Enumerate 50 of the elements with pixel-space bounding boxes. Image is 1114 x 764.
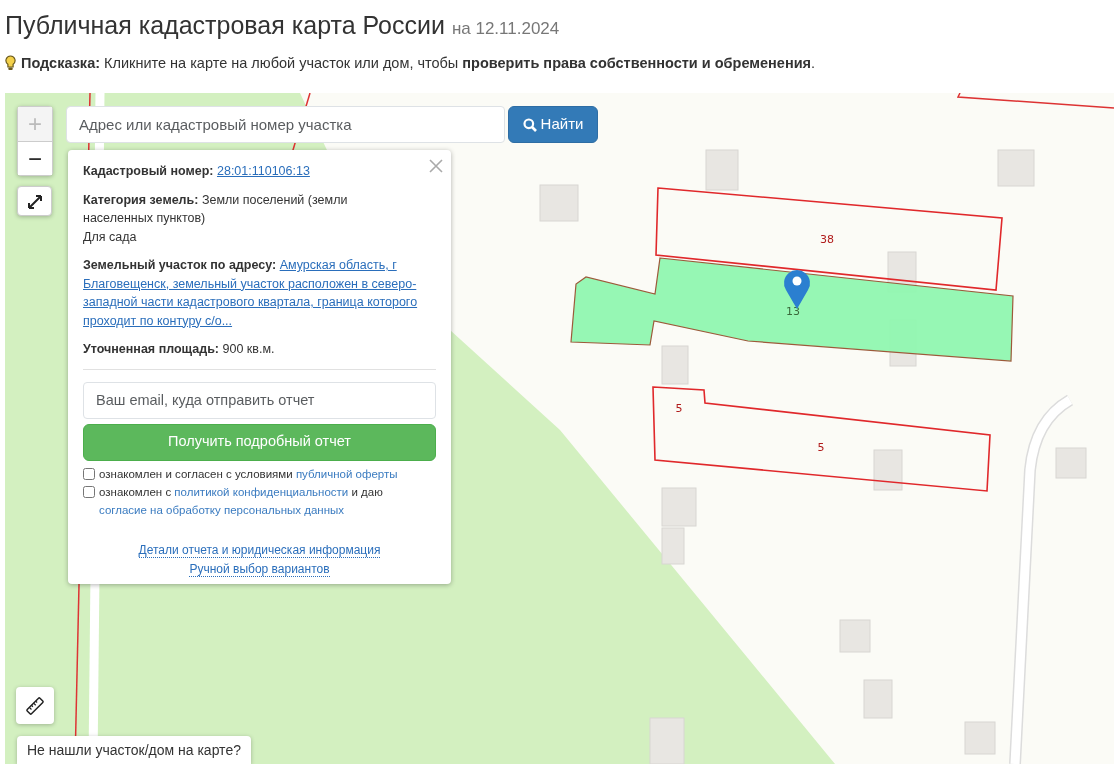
building bbox=[649, 717, 685, 764]
date-label: на 12.11.2024 bbox=[451, 19, 560, 38]
parcel-number: 5 bbox=[675, 402, 683, 415]
consent-checkbox[interactable] bbox=[83, 485, 95, 498]
building bbox=[997, 149, 1035, 187]
building bbox=[873, 449, 903, 491]
search-field[interactable]: Адрес или кадастровый номер участка bbox=[66, 106, 505, 143]
search-icon bbox=[522, 117, 537, 132]
search-button[interactable]: Найти bbox=[508, 106, 598, 143]
email-field[interactable]: Ваш email, куда отправить отчет bbox=[83, 381, 436, 419]
report-link[interactable]: Детали отчета и юридическая информация bbox=[138, 542, 381, 558]
ruler-button[interactable] bbox=[16, 687, 54, 724]
parcel-number: 13 bbox=[786, 305, 800, 318]
hint-text: Подсказка: Кликните на карте на любой участок или дом, чтобы проверить права собственности и обременения. bbox=[21, 54, 816, 73]
building bbox=[661, 345, 689, 385]
consent-link[interactable]: согласие на обработку персональных данных bbox=[99, 503, 345, 516]
expand-icon bbox=[26, 193, 43, 210]
parcel-number: 38 bbox=[820, 233, 834, 246]
consent-text: ознакомлен и согласен с условиями bbox=[99, 467, 293, 480]
building bbox=[539, 184, 579, 222]
info-field-text: Кадастровый номер: 28:01:110106:13 bbox=[83, 163, 310, 180]
not-found-button[interactable]: Не нашли участок/дом на карте? bbox=[17, 736, 251, 764]
map-pin-icon bbox=[784, 270, 810, 309]
consent-link[interactable]: публичной оферты bbox=[295, 467, 398, 480]
info-field-text: Земельный участок по адресу: Амурская область, г Благовещенск, земельный участок расположен в северо-западной части кадастрового квартала, граница которого проходит по контуру с/о... bbox=[83, 257, 418, 330]
cadastral-number-link[interactable]: 28:01:110106:13 bbox=[217, 164, 310, 178]
zoom-out-button[interactable]: − bbox=[18, 141, 52, 175]
parcel-outline[interactable] bbox=[652, 386, 991, 492]
building bbox=[705, 149, 739, 191]
consent-link[interactable]: политикой конфиденциальности bbox=[174, 485, 349, 498]
selected-parcel[interactable] bbox=[570, 257, 1014, 362]
close-icon[interactable] bbox=[429, 156, 443, 175]
report-link[interactable]: Ручной выбор вариантов bbox=[189, 561, 330, 577]
building bbox=[1055, 447, 1087, 479]
ruler-icon bbox=[25, 696, 45, 717]
field-note: Для сада bbox=[83, 228, 138, 246]
building bbox=[839, 619, 871, 653]
info-field-text: Уточненная площадь: 900 кв.м. bbox=[83, 341, 275, 358]
consent-text: ознакомлен с bbox=[99, 485, 172, 498]
building bbox=[964, 721, 996, 755]
page-title: Публичная кадастровая карта России bbox=[5, 11, 445, 39]
consent-checkbox[interactable] bbox=[83, 467, 95, 480]
parcel-outline[interactable] bbox=[655, 187, 1003, 291]
building bbox=[863, 679, 893, 719]
lightbulb-icon bbox=[5, 55, 16, 71]
fullscreen-button[interactable] bbox=[17, 186, 52, 216]
get-report-button[interactable]: Получить подробный отчет bbox=[83, 423, 436, 461]
parcel-number: 5 bbox=[817, 441, 825, 454]
info-field-text: Категория земель: Земли поселений (земли населенных пунктов) bbox=[83, 191, 349, 227]
consent-text: и даю bbox=[351, 485, 383, 498]
